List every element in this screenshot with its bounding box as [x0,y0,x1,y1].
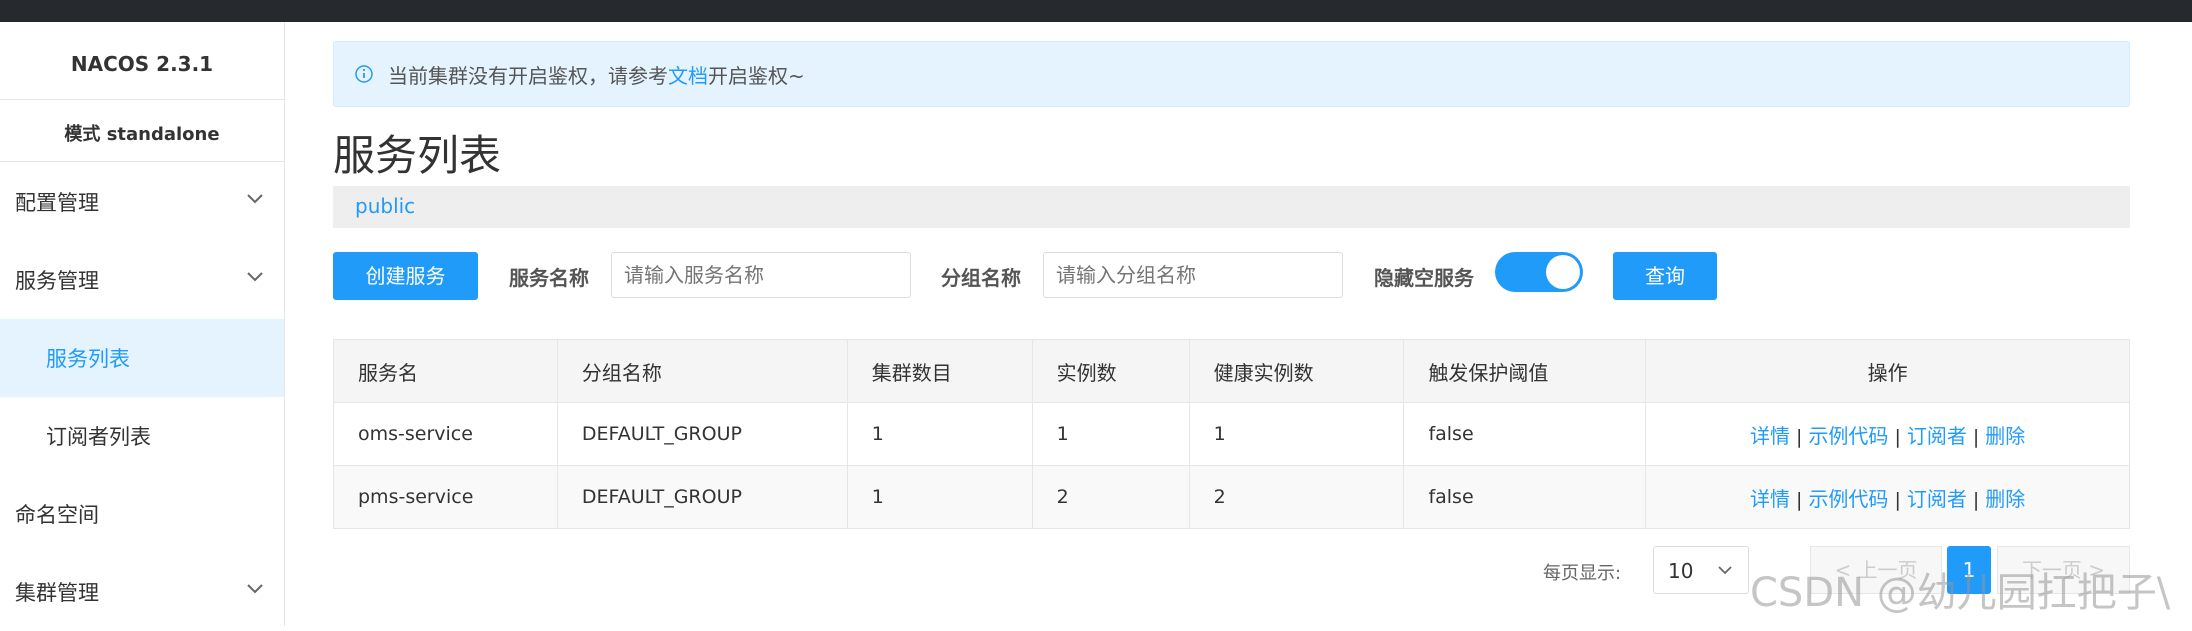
column-header: 触发保护阈值 [1403,339,1647,403]
column-header: 健康实例数 [1188,339,1405,403]
query-button[interactable]: 查询 [1613,252,1717,300]
create-service-button[interactable]: 创建服务 [333,252,478,300]
column-header: 服务名 [333,339,558,403]
subscribers-link[interactable]: 订阅者 [1907,487,1967,511]
cell-clusters: 1 [846,402,1033,466]
service-name-input[interactable] [611,252,911,298]
sidebar-item-label: 集群管理 [15,581,99,605]
auth-notice: 当前集群没有开启鉴权，请参考文档开启鉴权~ [333,41,2130,107]
cell-group: DEFAULT_GROUP [556,465,848,529]
mode-label: 模式 standalone [64,124,220,145]
chevron-down-icon [247,194,263,204]
cell-group: DEFAULT_GROUP [556,402,848,466]
separator: | [1796,488,1803,511]
column-header: 操作 [1645,339,2130,403]
separator: | [1796,425,1803,448]
top-bar [0,0,2192,22]
sidebar-item-service-management[interactable]: 服务管理 [0,241,284,319]
column-header: 集群数目 [846,339,1033,403]
toggle-knob [1546,255,1580,289]
sidebar-item-label: 命名空间 [15,503,99,527]
cell-healthy: 2 [1188,465,1405,529]
cell-service-name: oms-service [333,402,558,466]
cell-clusters: 1 [846,465,1033,529]
app-title: NACOS 2.3.1 [70,52,214,76]
cell-instances: 1 [1031,402,1190,466]
column-header: 分组名称 [556,339,848,403]
cell-threshold: false [1403,402,1647,466]
watermark: CSDN @幼儿园扛把子\ [1750,570,2171,616]
chevron-down-icon [1718,566,1732,575]
namespace-public[interactable]: public [355,194,415,218]
sidebar-divider [0,99,284,100]
separator: | [1972,488,1980,511]
sidebar-item-label: 服务列表 [46,347,130,371]
sample-code-link[interactable]: 示例代码 [1808,487,1888,511]
cell-healthy: 1 [1188,402,1405,466]
sidebar-item-subscriber-list[interactable]: 订阅者列表 [0,397,284,475]
cell-instances: 2 [1031,465,1190,529]
table-header-row: 服务名 分组名称 集群数目 实例数 健康实例数 触发保护阈值 操作 [333,339,2130,403]
sample-code-link[interactable]: 示例代码 [1808,424,1888,448]
cell-operations: 详情 | 示例代码 | 订阅者 | 删除 [1645,465,2130,529]
sidebar-item-cluster-management[interactable]: 集群管理 [0,553,284,631]
page-size-select[interactable]: 10 [1653,546,1749,594]
table-row: pms-service DEFAULT_GROUP 1 2 2 false 详情… [333,465,2130,529]
separator: | [1972,425,1980,448]
group-name-input[interactable] [1043,252,1343,298]
detail-link[interactable]: 详情 [1750,424,1790,448]
column-header: 实例数 [1031,339,1190,403]
separator: | [1894,488,1901,511]
hide-empty-toggle[interactable] [1495,252,1583,292]
chevron-down-icon [247,584,263,594]
table-row: oms-service DEFAULT_GROUP 1 1 1 false 详情… [333,402,2130,466]
sidebar-item-config-management[interactable]: 配置管理 [0,163,284,241]
chevron-down-icon [247,272,263,282]
group-name-label: 分组名称 [941,266,1021,290]
detail-link[interactable]: 详情 [1750,487,1790,511]
page-size-value: 10 [1668,559,1694,583]
sidebar: NACOS 2.3.1 模式 standalone 配置管理 服务管理 服务列表… [0,22,285,626]
service-name-label: 服务名称 [509,266,589,290]
service-table: 服务名 分组名称 集群数目 实例数 健康实例数 触发保护阈值 操作 oms-se… [333,339,2130,529]
delete-link[interactable]: 删除 [1985,424,2025,448]
notice-text: 当前集群没有开启鉴权，请参考文档开启鉴权~ [388,60,805,89]
subscribers-link[interactable]: 订阅者 [1907,424,1967,448]
sidebar-item-label: 配置管理 [15,191,99,215]
docs-link[interactable]: 文档 [668,64,708,88]
delete-link[interactable]: 删除 [1985,487,2025,511]
sidebar-divider [0,161,284,162]
notice-text-before: 当前集群没有开启鉴权，请参考 [388,64,668,88]
cell-service-name: pms-service [333,465,558,529]
namespace-bar: public [333,186,2130,228]
hide-empty-label: 隐藏空服务 [1374,266,1474,290]
sidebar-item-label: 服务管理 [15,269,99,293]
sidebar-item-service-list[interactable]: 服务列表 [0,319,284,397]
page-title: 服务列表 [333,131,502,180]
sidebar-item-label: 订阅者列表 [46,425,151,449]
separator: | [1894,425,1901,448]
cell-operations: 详情 | 示例代码 | 订阅者 | 删除 [1645,402,2130,466]
page-size-label: 每页显示: [1543,563,1622,584]
notice-text-after: 开启鉴权~ [708,64,805,88]
info-icon [355,65,373,83]
cell-threshold: false [1403,465,1647,529]
sidebar-item-namespace[interactable]: 命名空间 [0,475,284,553]
